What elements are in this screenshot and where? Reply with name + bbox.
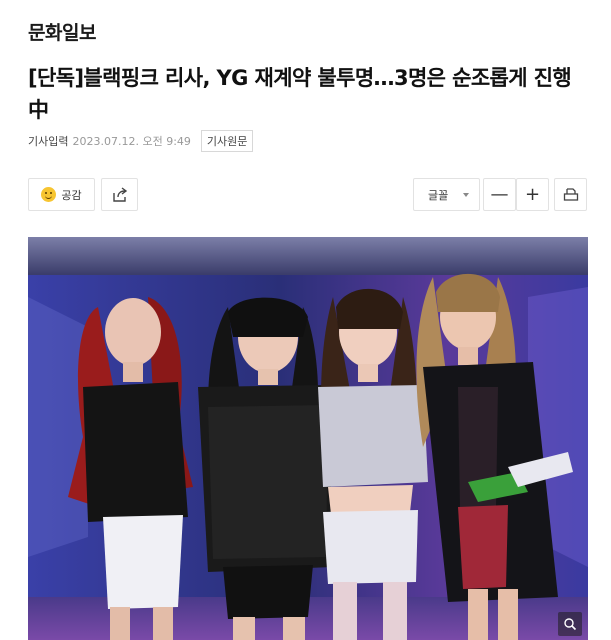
like-label: 공감	[61, 188, 82, 202]
font-label: 글꼴	[428, 188, 449, 202]
published-label: 기사입력	[28, 135, 69, 148]
zoom-button[interactable]	[558, 612, 582, 636]
font-size-increase-button[interactable]: +	[516, 178, 549, 211]
original-article-button[interactable]: 기사원문	[200, 130, 254, 152]
print-icon	[563, 187, 578, 201]
article-headline: [단독]블랙핑크 리사, YG 재계약 불투명…3명은 순조롭게 진행中	[28, 66, 572, 122]
print-button[interactable]	[554, 178, 587, 211]
article-toolbar: 공감 글꼴 — +	[28, 178, 587, 211]
article-photo[interactable]	[28, 237, 588, 640]
published-datetime: 2023.07.12. 오전 9:49	[72, 135, 191, 148]
font-size-decrease-button[interactable]: —	[483, 178, 516, 211]
share-button[interactable]	[101, 178, 138, 211]
publisher-logo[interactable]: 문화일보	[28, 18, 96, 45]
smile-icon	[41, 187, 57, 202]
photo-illustration	[28, 237, 588, 640]
like-button[interactable]: 공감	[28, 178, 95, 211]
share-icon	[112, 186, 127, 202]
article-meta: 기사입력 2023.07.12. 오전 9:49 기사원문	[28, 130, 254, 152]
zoom-icon	[564, 618, 577, 631]
chevron-down-icon	[463, 192, 469, 197]
font-select[interactable]: 글꼴	[413, 178, 480, 211]
